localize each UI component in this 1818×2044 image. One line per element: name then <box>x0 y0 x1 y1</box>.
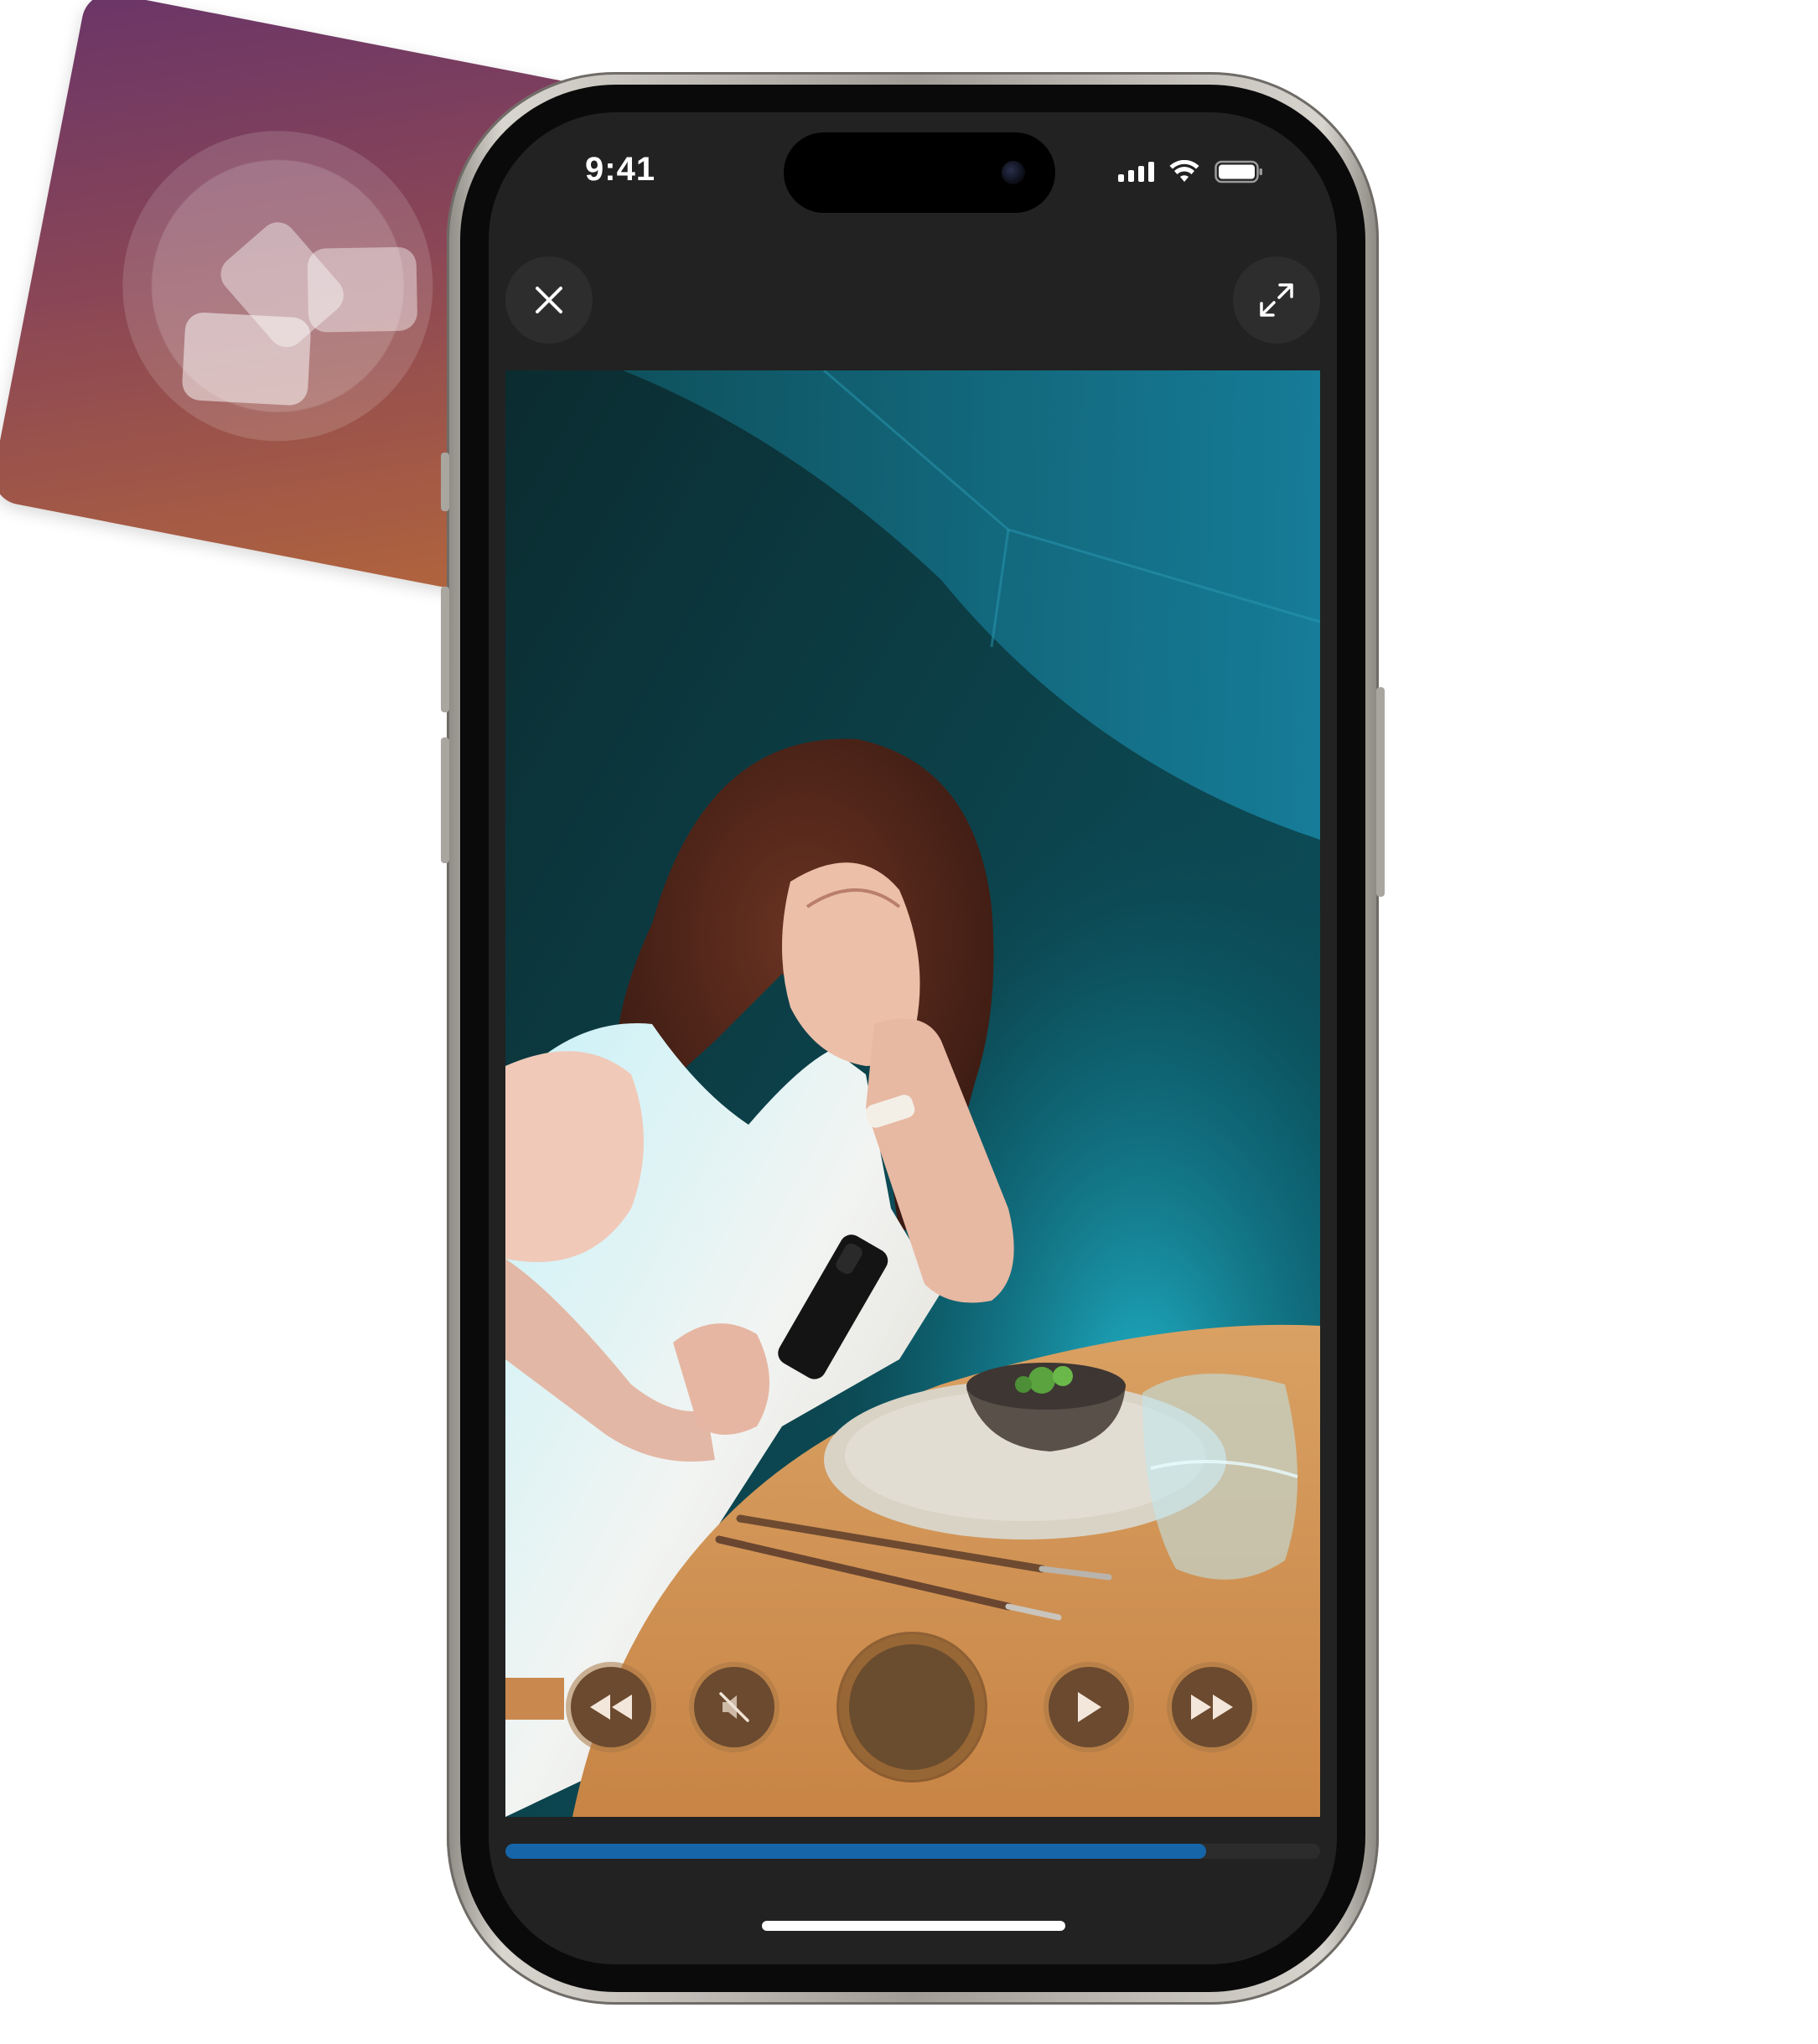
play-icon <box>1078 1692 1101 1722</box>
record-icon <box>853 1648 971 1766</box>
battery-icon <box>1215 160 1262 184</box>
video-scene <box>505 370 1320 1817</box>
fast-forward-button[interactable] <box>1172 1667 1252 1747</box>
expand-icon <box>1260 283 1293 317</box>
front-camera-icon <box>1002 161 1025 184</box>
dynamic-island <box>784 132 1055 213</box>
volume-up-button <box>441 587 449 712</box>
fast-forward-icon <box>1191 1695 1233 1720</box>
phone-screen: 9:41 <box>489 112 1337 1964</box>
wifi-icon <box>1169 160 1199 182</box>
status-time: 9:41 <box>585 151 656 188</box>
rewind-icon <box>590 1695 632 1720</box>
mute-button[interactable] <box>694 1667 774 1747</box>
home-indicator[interactable] <box>762 1921 1065 1931</box>
action-button <box>441 453 449 511</box>
close-icon <box>536 287 562 313</box>
stage: 9:41 <box>0 0 1818 2044</box>
close-button[interactable] <box>505 256 593 344</box>
stacked-cards-icon-front <box>181 311 312 406</box>
status-icons <box>1118 158 1263 186</box>
power-button <box>1376 687 1385 897</box>
volume-down-button <box>441 737 449 863</box>
play-button[interactable] <box>1049 1667 1129 1747</box>
video-frame[interactable] <box>505 370 1320 1817</box>
playback-progress-fill <box>505 1844 1206 1859</box>
playback-progress-bar[interactable] <box>505 1844 1320 1859</box>
record-button[interactable] <box>849 1644 975 1770</box>
cellular-signal-icon <box>1118 162 1154 182</box>
muted-speaker-icon <box>719 1692 749 1722</box>
expand-button[interactable] <box>1233 256 1320 344</box>
rewind-button[interactable] <box>571 1667 651 1747</box>
